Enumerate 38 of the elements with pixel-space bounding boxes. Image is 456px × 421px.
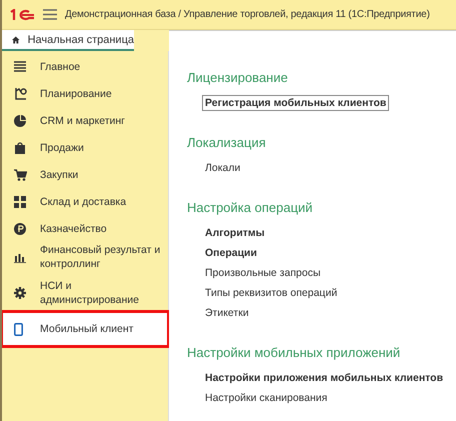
bag-icon	[14, 142, 26, 154]
pie-chart-icon	[14, 114, 26, 126]
sidebar-item[interactable]: Казначейство	[2, 215, 168, 242]
grid-icon	[14, 196, 26, 208]
menu-icon	[14, 61, 26, 72]
link[interactable]: Этикетки	[203, 306, 251, 320]
sidebar-item[interactable]: НСИ и администрирование	[2, 278, 168, 308]
home-tab[interactable]: Начальная страница	[2, 30, 134, 51]
link[interactable]: Операции	[203, 246, 259, 260]
section-title: Настройки мобильных приложений	[187, 345, 402, 360]
sidebar-item[interactable]: Финансовый результат и контроллинг	[2, 242, 168, 272]
link[interactable]: Типы реквизитов операций	[203, 286, 340, 300]
coin-icon	[14, 222, 26, 234]
sidebar-item[interactable]: Мобильный клиент	[2, 312, 168, 346]
settings-icon	[14, 287, 26, 299]
menu-icon[interactable]	[43, 9, 57, 20]
sidebar-item[interactable]: CRM и маркетинг	[2, 107, 168, 134]
bar-chart-icon	[14, 252, 26, 262]
sidebar-item[interactable]: Главное	[2, 53, 168, 80]
logo-icon	[9, 8, 35, 20]
sidebar-item[interactable]: Продажи	[2, 134, 168, 161]
home-icon	[12, 34, 20, 44]
section-title: Настройка операций	[187, 200, 314, 215]
link[interactable]: Настройки приложения мобильных клиентов	[203, 371, 446, 385]
sidebar-item[interactable]: Склад и доставка	[2, 188, 168, 215]
link[interactable]: Локали	[203, 161, 242, 175]
link[interactable]: Настройки сканирования	[203, 391, 330, 405]
phone-icon	[14, 322, 23, 336]
sidebar-item[interactable]: Закупки	[2, 161, 168, 188]
section-title: Локализация	[187, 135, 267, 150]
cart-icon	[14, 168, 27, 180]
link[interactable]: Регистрация мобильных клиентов	[203, 96, 388, 110]
section-title: Лицензирование	[187, 70, 289, 85]
sidebar-item[interactable]: Планирование	[2, 80, 168, 107]
window-title: Демонстрационная база / Управление торговлей, редакция 11 (1С:Предприятие)	[65, 9, 430, 20]
link[interactable]: Алгоритмы	[203, 226, 267, 240]
chart-icon	[14, 87, 27, 100]
link[interactable]: Произвольные запросы	[203, 266, 322, 280]
